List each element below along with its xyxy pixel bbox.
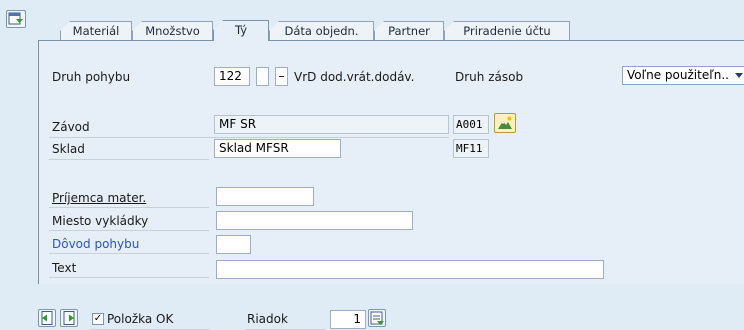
unloading-row-line bbox=[49, 230, 209, 231]
item-ok-label: Položka OK bbox=[107, 312, 174, 326]
plant-code-field: A001 bbox=[453, 115, 489, 134]
stock-type-label: Druh zásob bbox=[455, 70, 524, 84]
recipient-input[interactable] bbox=[216, 187, 314, 206]
header-toggle-icon[interactable] bbox=[6, 10, 26, 28]
row-number-input[interactable]: 1 bbox=[330, 310, 366, 329]
reason-row-line bbox=[49, 253, 209, 254]
tab-quantity[interactable]: Množstvo bbox=[132, 21, 213, 41]
storage-label: Sklad bbox=[52, 142, 85, 156]
tab-label: Dáta objedn. bbox=[284, 24, 359, 38]
plant-name-field: MF SR bbox=[214, 115, 449, 134]
tab-label: Tý bbox=[234, 23, 248, 37]
stock-type-dropdown[interactable]: Voľne použiteľn.. bbox=[622, 66, 744, 85]
next-item-icon[interactable] bbox=[60, 309, 78, 327]
movement-description: VrD dod.vrát.dodáv. bbox=[294, 70, 415, 84]
row-label: Riadok bbox=[247, 312, 288, 326]
plant-row-line bbox=[49, 137, 449, 138]
movement-reason-input[interactable] bbox=[216, 235, 251, 254]
tab-panel: Druh pohybu 122 – VrD dod.vrát.dodáv. Dr… bbox=[38, 40, 744, 284]
go-to-row-icon[interactable] bbox=[368, 309, 386, 327]
movement-indicator-1[interactable] bbox=[256, 67, 269, 86]
recipient-row-line bbox=[49, 207, 209, 208]
tab-label: Množstvo bbox=[145, 24, 200, 38]
movement-indicator-2[interactable]: – bbox=[275, 67, 288, 86]
previous-item-icon[interactable] bbox=[38, 309, 56, 327]
tab-material[interactable]: Materiál bbox=[60, 21, 132, 41]
text-row-line bbox=[49, 277, 209, 278]
movement-type-label: Druh pohybu bbox=[52, 70, 131, 84]
plant-label: Závod bbox=[52, 120, 90, 134]
stock-type-value: Voľne použiteľn.. bbox=[627, 68, 729, 82]
tab-label: Priradenie účtu bbox=[463, 24, 551, 38]
storage-location-input[interactable]: Sklad MFSR bbox=[214, 139, 341, 158]
storage-code-field: MF11 bbox=[453, 139, 489, 158]
storage-row-line bbox=[49, 159, 209, 160]
item-ok-checkbox[interactable]: ✓ bbox=[92, 313, 104, 325]
tab-account-assignment[interactable]: Priradenie účtu bbox=[444, 21, 570, 41]
tab-partner[interactable]: Partner bbox=[374, 21, 444, 41]
movement-type-input[interactable]: 122 bbox=[214, 67, 250, 86]
tab-order-data[interactable]: Dáta objedn. bbox=[269, 21, 374, 41]
text-input[interactable] bbox=[216, 260, 604, 279]
unloading-point-input[interactable] bbox=[216, 211, 413, 230]
recipient-label[interactable]: Príjemca mater. bbox=[52, 191, 146, 205]
chevron-down-icon bbox=[735, 73, 743, 78]
tab-label: Partner bbox=[388, 24, 430, 38]
movement-reason-label: Dôvod pohybu bbox=[52, 237, 140, 251]
tab-where[interactable]: Tý bbox=[213, 20, 269, 41]
unloading-point-label: Miesto vykládky bbox=[52, 214, 149, 228]
tab-label: Materiál bbox=[72, 24, 120, 38]
plant-details-icon[interactable] bbox=[494, 113, 516, 133]
text-label: Text bbox=[52, 261, 77, 275]
